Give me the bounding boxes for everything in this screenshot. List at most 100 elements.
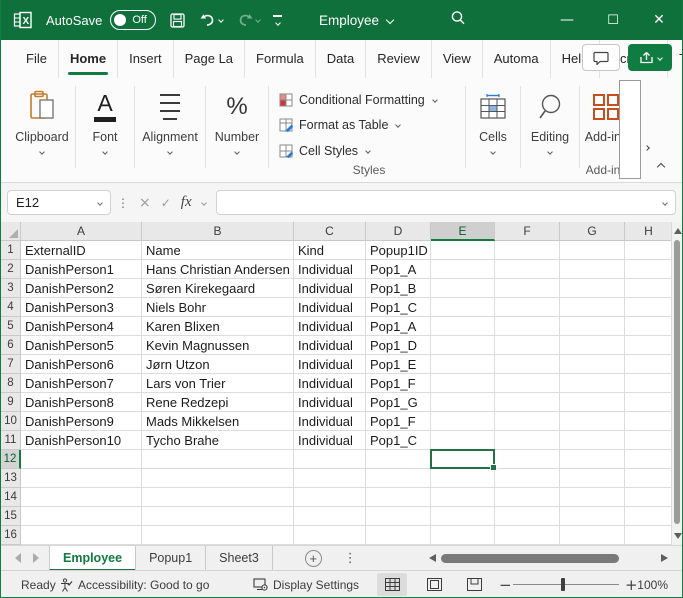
document-title[interactable]: Employee <box>319 13 393 28</box>
cell-D10[interactable]: Pop1_F <box>366 412 431 431</box>
cell-E10[interactable] <box>431 412 495 431</box>
cell-G7[interactable] <box>560 355 625 374</box>
cell-A11[interactable]: DanishPerson10 <box>21 431 142 450</box>
column-header-A[interactable]: A <box>21 222 142 241</box>
cell-H16[interactable] <box>625 526 673 545</box>
insert-function-icon[interactable]: fx <box>181 194 192 211</box>
cell-E6[interactable] <box>431 336 495 355</box>
formula-bar-splitter[interactable]: ⋮ <box>117 196 129 210</box>
number-group-button[interactable]: % Number <box>206 78 268 182</box>
cell-B2[interactable]: Hans Christian Andersen <box>142 260 294 279</box>
cell-A1[interactable]: ExternalID <box>21 241 142 260</box>
cell-B13[interactable] <box>142 469 294 488</box>
customize-quick-access-toolbar-icon[interactable] <box>273 15 282 25</box>
cell-B5[interactable]: Karen Blixen <box>142 317 294 336</box>
cell-A12[interactable] <box>21 450 142 469</box>
cell-F9[interactable] <box>495 393 560 412</box>
row-header-5[interactable]: 5 <box>1 317 21 336</box>
cell-D5[interactable]: Pop1_A <box>366 317 431 336</box>
undo-button[interactable] <box>199 12 223 28</box>
column-header-C[interactable]: C <box>294 222 366 241</box>
font-group-button[interactable]: A Font <box>76 78 134 182</box>
scroll-down-icon[interactable] <box>674 533 682 539</box>
cells-group-button[interactable]: Cells <box>466 78 520 182</box>
ribbon-tab-view[interactable]: View <box>432 40 483 78</box>
scroll-up-icon[interactable] <box>674 228 682 234</box>
cell-A9[interactable]: DanishPerson8 <box>21 393 142 412</box>
cell-G8[interactable] <box>560 374 625 393</box>
cell-F16[interactable] <box>495 526 560 545</box>
row-header-10[interactable]: 10 <box>1 412 21 431</box>
column-header-G[interactable]: G <box>560 222 625 241</box>
column-header-D[interactable]: D <box>366 222 431 241</box>
cell-G16[interactable] <box>560 526 625 545</box>
accessibility-status[interactable]: Accessibility: Good to go <box>59 571 209 598</box>
cell-H14[interactable] <box>625 488 673 507</box>
cell-C14[interactable] <box>294 488 366 507</box>
cell-F13[interactable] <box>495 469 560 488</box>
expand-formula-bar-icon[interactable] <box>662 200 668 206</box>
row-header-2[interactable]: 2 <box>1 260 21 279</box>
cell-C12[interactable] <box>294 450 366 469</box>
cell-B12[interactable] <box>142 450 294 469</box>
cell-G6[interactable] <box>560 336 625 355</box>
ribbon-tab-file[interactable]: File <box>15 40 59 78</box>
cell-F4[interactable] <box>495 298 560 317</box>
cell-C8[interactable]: Individual <box>294 374 366 393</box>
cell-A13[interactable] <box>21 469 142 488</box>
zoom-out-button[interactable]: − <box>499 571 512 598</box>
ribbon-tab-page-la[interactable]: Page La <box>174 40 245 78</box>
row-header-4[interactable]: 4 <box>1 298 21 317</box>
comments-button[interactable] <box>582 44 620 71</box>
cell-G9[interactable] <box>560 393 625 412</box>
page-break-preview-button[interactable] <box>459 573 489 596</box>
conditional-formatting-button[interactable]: Conditional Formatting <box>279 87 459 112</box>
share-button[interactable] <box>628 44 672 71</box>
cell-A3[interactable]: DanishPerson2 <box>21 279 142 298</box>
cell-H4[interactable] <box>625 298 673 317</box>
cell-B6[interactable]: Kevin Magnussen <box>142 336 294 355</box>
select-all-button[interactable] <box>1 222 21 241</box>
cell-G1[interactable] <box>560 241 625 260</box>
cell-H10[interactable] <box>625 412 673 431</box>
row-header-16[interactable]: 16 <box>1 526 21 545</box>
autosave-toggle[interactable]: Off <box>110 10 156 30</box>
cell-H1[interactable] <box>625 241 673 260</box>
ribbon-tab-insert[interactable]: Insert <box>118 40 174 78</box>
cell-E5[interactable] <box>431 317 495 336</box>
zoom-level[interactable]: 100% <box>637 571 668 598</box>
cell-A8[interactable]: DanishPerson7 <box>21 374 142 393</box>
cell-B15[interactable] <box>142 507 294 526</box>
scroll-right-icon[interactable] <box>661 554 668 562</box>
cell-G13[interactable] <box>560 469 625 488</box>
cell-B8[interactable]: Lars von Trier <box>142 374 294 393</box>
cell-G14[interactable] <box>560 488 625 507</box>
cell-D2[interactable]: Pop1_A <box>366 260 431 279</box>
next-sheet-icon[interactable] <box>33 553 39 563</box>
cell-F8[interactable] <box>495 374 560 393</box>
cell-D15[interactable] <box>366 507 431 526</box>
cell-D9[interactable]: Pop1_G <box>366 393 431 412</box>
cell-H8[interactable] <box>625 374 673 393</box>
chevron-right-icon[interactable] <box>644 145 650 151</box>
cell-H11[interactable] <box>625 431 673 450</box>
row-header-15[interactable]: 15 <box>1 507 21 526</box>
column-header-B[interactable]: B <box>142 222 294 241</box>
cell-H9[interactable] <box>625 393 673 412</box>
cell-F5[interactable] <box>495 317 560 336</box>
cell-H15[interactable] <box>625 507 673 526</box>
cell-F12[interactable] <box>495 450 560 469</box>
sheet-options-dots-icon[interactable]: ⋮ <box>344 551 357 566</box>
cell-E2[interactable] <box>431 260 495 279</box>
horizontal-scrollbar[interactable] <box>429 546 668 571</box>
cell-A16[interactable] <box>21 526 142 545</box>
cell-A2[interactable]: DanishPerson1 <box>21 260 142 279</box>
cell-F11[interactable] <box>495 431 560 450</box>
cell-C11[interactable]: Individual <box>294 431 366 450</box>
zoom-slider-handle[interactable] <box>561 578 565 591</box>
new-sheet-button[interactable]: + <box>305 550 322 567</box>
cell-D6[interactable]: Pop1_D <box>366 336 431 355</box>
zoom-in-button[interactable]: + <box>625 571 638 598</box>
sheet-tab-sheet3[interactable]: Sheet3 <box>206 546 273 571</box>
cell-E1[interactable] <box>431 241 495 260</box>
